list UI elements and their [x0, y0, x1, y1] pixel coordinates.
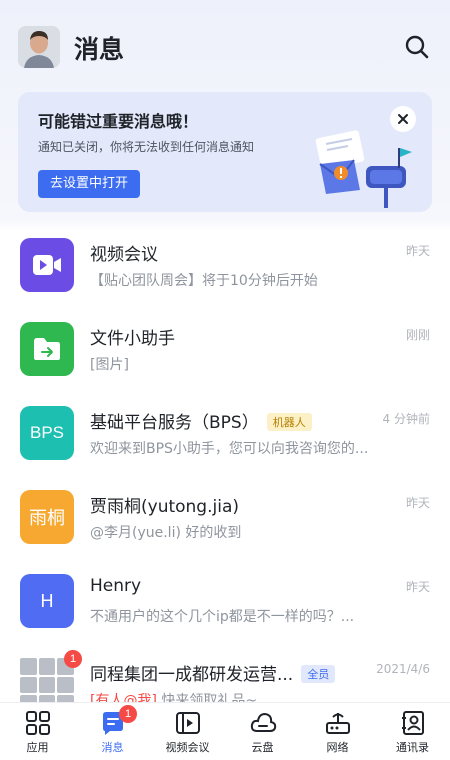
chat-time: 昨天	[405, 496, 430, 510]
member-avatar	[38, 658, 56, 675]
chat-name: 视频会议	[90, 245, 158, 265]
chat-time: 刚刚	[405, 328, 430, 342]
member-avatar	[20, 676, 37, 694]
tab-label: 消息	[101, 741, 124, 754]
tab-label: 视频会议	[165, 741, 210, 754]
contact-avatar: H	[20, 574, 74, 628]
chat-time: 4 分钟前	[382, 412, 430, 426]
video-camera-icon	[20, 238, 74, 292]
tab-contacts[interactable]: 通讯录	[375, 703, 450, 760]
tab-label: 应用	[26, 741, 49, 754]
chat-item-henry[interactable]: H Henry 不通用户的这个几个ip都是不一样的吗？... 昨天	[0, 564, 450, 648]
tab-label: 通讯录	[396, 741, 429, 754]
unread-badge: 1	[64, 650, 82, 668]
chat-name: 同程集团一成都研发运营... 全员	[90, 660, 336, 685]
robot-tag: 机器人	[266, 413, 312, 431]
tab-label: 云盘	[251, 741, 274, 754]
chat-time: 昨天	[405, 244, 430, 258]
contact-avatar: 雨桐	[20, 490, 74, 544]
tab-network[interactable]: 网络	[300, 703, 375, 760]
tab-cloud-drive[interactable]: 云盘	[225, 703, 300, 760]
tab-apps[interactable]: 应用	[0, 703, 75, 760]
member-avatar	[38, 676, 56, 694]
all-members-tag: 全员	[301, 665, 336, 683]
chat-list: 视频会议 【贴心团队周会】将于10分钟后开始 昨天 文件小助手 [图片] 刚刚 …	[0, 228, 450, 732]
mailbox-illustration	[308, 130, 418, 210]
bottom-tab-bar: 应用 1 消息 视频会议 云盘 网络 通讯录	[0, 702, 450, 760]
folder-icon	[20, 322, 74, 376]
contacts-icon	[399, 709, 427, 737]
chat-preview: 不通用户的这个几个ip都是不一样的吗？...	[90, 609, 355, 625]
chat-name: Henry	[90, 576, 142, 596]
chat-time: 2021/4/6	[376, 662, 430, 676]
grid-apps-icon	[24, 709, 52, 737]
user-avatar[interactable]	[18, 26, 60, 68]
router-icon	[324, 709, 352, 737]
chat-name-text: 基础平台服务（BPS）	[90, 413, 259, 433]
chat-preview: [图片]	[90, 357, 129, 373]
open-settings-button[interactable]: 去设置中打开	[38, 170, 141, 198]
cloud-icon	[249, 709, 277, 737]
bps-avatar: BPS	[20, 406, 74, 460]
chat-name: 贾雨桐(yutong.jia)	[90, 497, 239, 517]
notification-banner: 可能错过重要消息哦！ 通知已关闭，你将无法收到任何消息通知 去设置中打开	[18, 92, 432, 212]
chat-item-bps[interactable]: BPS 基础平台服务（BPS） 机器人 欢迎来到BPS小助手，您可以向我咨询您的.…	[0, 396, 450, 480]
chat-name: 基础平台服务（BPS） 机器人	[90, 408, 312, 433]
member-avatar	[57, 676, 74, 694]
chat-time: 昨天	[405, 580, 430, 594]
page-title: 消息	[74, 35, 125, 64]
header: 消息	[0, 0, 450, 92]
notice-title: 可能错过重要消息哦！	[38, 112, 199, 131]
chat-preview: 欢迎来到BPS小助手，您可以向我咨询您的...	[90, 441, 369, 457]
chat-item-file-assistant[interactable]: 文件小助手 [图片] 刚刚	[0, 312, 450, 396]
chat-name-text: 同程集团一成都研发运营...	[90, 665, 294, 685]
tab-messages[interactable]: 1 消息	[75, 703, 150, 760]
tab-video-meeting[interactable]: 视频会议	[150, 703, 225, 760]
chat-item-video-meeting[interactable]: 视频会议 【贴心团队周会】将于10分钟后开始 昨天	[0, 228, 450, 312]
search-icon[interactable]	[404, 34, 430, 60]
notice-description: 通知已关闭，你将无法收到任何消息通知	[38, 140, 255, 154]
video-meeting-icon	[174, 709, 202, 737]
unread-badge: 1	[119, 705, 137, 723]
tab-label: 网络	[326, 741, 349, 754]
member-avatar	[20, 658, 37, 675]
chat-preview: @李月(yue.li) 好的收到	[90, 525, 242, 541]
chat-name: 文件小助手	[90, 329, 175, 349]
close-icon[interactable]	[390, 106, 416, 132]
chat-preview: 【贴心团队周会】将于10分钟后开始	[90, 273, 318, 289]
chat-item-jia-yutong[interactable]: 雨桐 贾雨桐(yutong.jia) @李月(yue.li) 好的收到 昨天	[0, 480, 450, 564]
